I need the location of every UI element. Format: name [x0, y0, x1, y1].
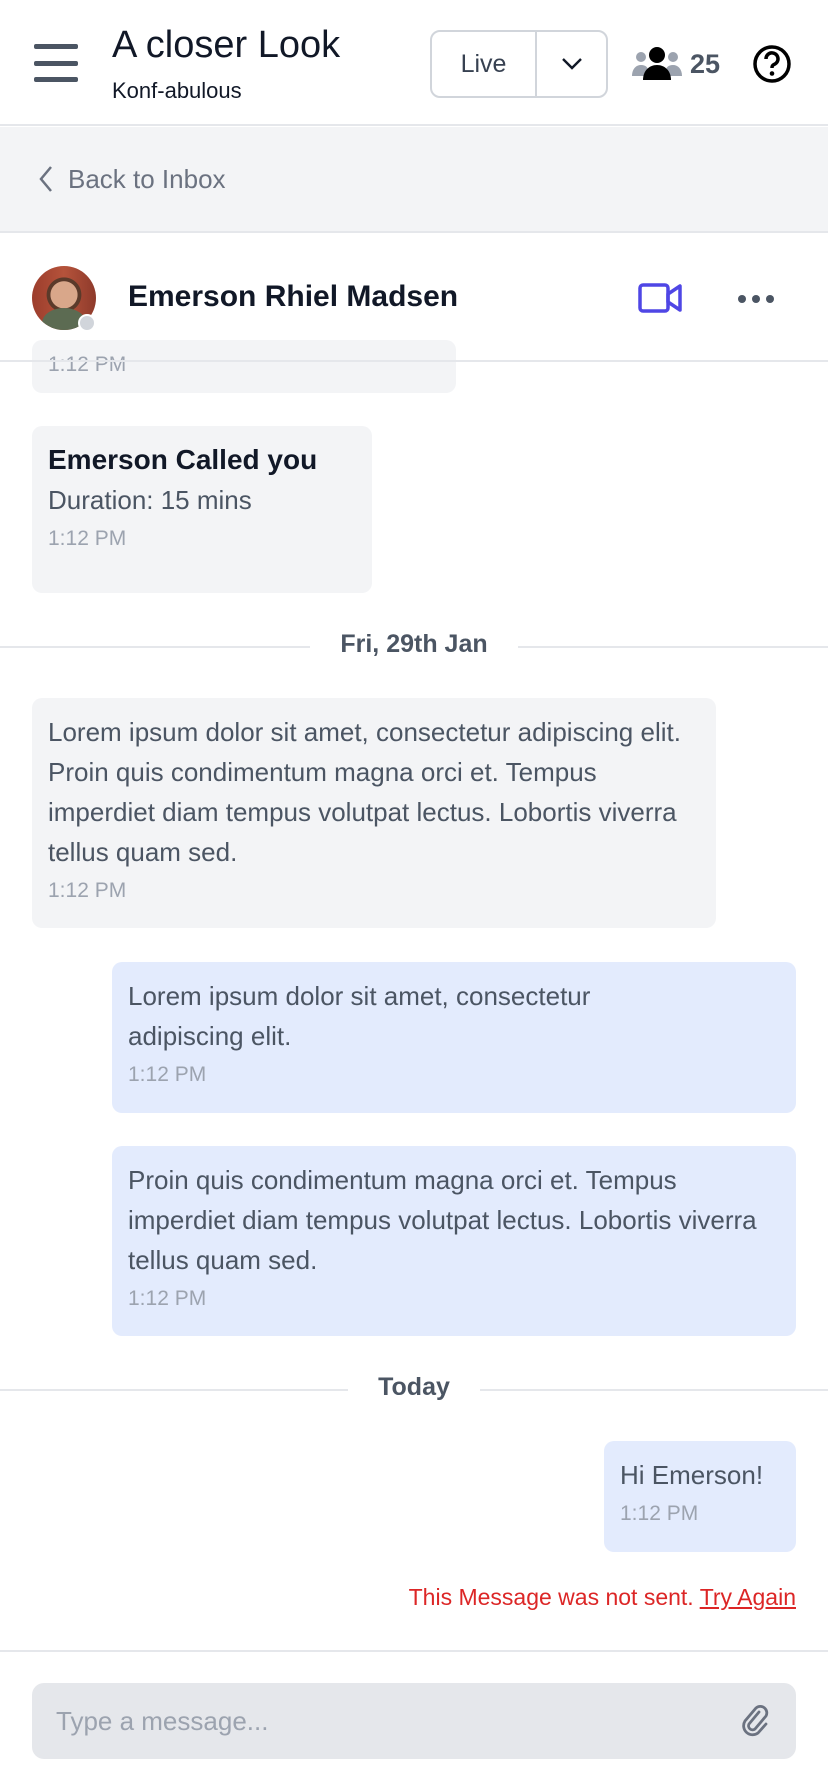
date-label: Fri, 29th Jan [310, 630, 518, 658]
message-text: Proin quis condimentum magna orci et. Te… [128, 1165, 757, 1275]
message-bubble-sent: Hi Emerson! 1:12 PM [604, 1441, 796, 1552]
error-text: This Message was not sent. [408, 1584, 694, 1610]
message-time: 1:12 PM [48, 527, 127, 550]
date-divider: Today [0, 1373, 828, 1402]
message-input[interactable] [32, 1683, 796, 1759]
back-to-inbox-link[interactable]: Back to Inbox [0, 127, 828, 233]
attendees[interactable]: 25 [632, 46, 720, 82]
hamburger-menu-icon[interactable] [34, 44, 78, 82]
message-text: Lorem ipsum dolor sit amet, consectetur … [128, 981, 591, 1051]
composer-divider [0, 1650, 828, 1652]
paperclip-icon[interactable] [740, 1704, 770, 1743]
chevron-left-icon [39, 166, 52, 192]
users-icon [632, 47, 682, 80]
app-header: A closer Look Konf-abulous Live 25 [0, 0, 828, 126]
send-error: This Message was not sent. Try Again [409, 1584, 796, 1611]
try-again-link[interactable]: Try Again [700, 1584, 796, 1610]
message-bubble-sent: Lorem ipsum dolor sit amet, consectetur … [112, 962, 796, 1113]
message-time: 1:12 PM [620, 1502, 699, 1525]
message-bubble-received: Lorem ipsum dolor sit amet, consectetur … [32, 698, 716, 928]
message-text: Lorem ipsum dolor sit amet, consectetur … [48, 717, 681, 867]
message-bubble-sent: Proin quis condimentum magna orci et. Te… [112, 1146, 796, 1336]
contact-name: Emerson Rhiel Madsen [128, 280, 459, 313]
contact-header: Emerson Rhiel Madsen [0, 234, 828, 362]
live-label[interactable]: Live [432, 32, 537, 96]
call-title: Emerson Called you [48, 444, 318, 475]
page-title: A closer Look [112, 24, 341, 66]
help-icon[interactable] [752, 44, 792, 89]
call-duration: Duration: 15 mins [48, 485, 252, 515]
attendee-count: 25 [690, 48, 721, 79]
date-divider: Fri, 29th Jan [0, 630, 828, 659]
chevron-down-icon[interactable] [537, 32, 606, 96]
call-bubble: Emerson Called you Duration: 15 mins 1:1… [32, 426, 372, 593]
more-options-icon[interactable] [736, 292, 776, 310]
video-call-icon[interactable] [638, 282, 684, 319]
live-dropdown[interactable]: Live [430, 30, 608, 98]
back-label: Back to Inbox [68, 163, 226, 194]
message-time: 1:12 PM [128, 1287, 207, 1310]
message-time: 1:12 PM [128, 1063, 207, 1086]
date-label: Today [348, 1373, 480, 1401]
status-indicator [78, 314, 96, 332]
message-time: 1:12 PM [48, 879, 127, 902]
page-subtitle: Konf-abulous [112, 78, 242, 103]
message-text: Hi Emerson! [620, 1460, 764, 1490]
